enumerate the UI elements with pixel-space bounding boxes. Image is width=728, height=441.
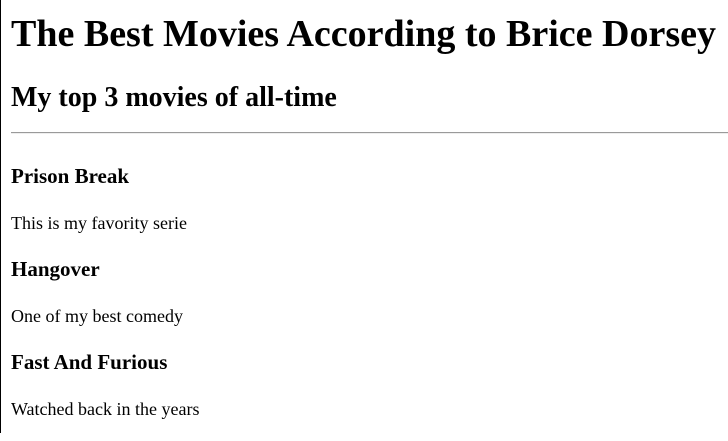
page-title: The Best Movies According to Brice Dorse… (11, 13, 716, 55)
divider (11, 132, 728, 134)
movie-description: This is my favority serie (11, 213, 187, 233)
movie-item: Fast And Furious Watched back in the yea… (11, 348, 728, 441)
movie-title: Prison Break (11, 164, 130, 188)
page-subtitle: My top 3 movies of all-time (11, 82, 337, 113)
movie-item: Hangover One of my best comedy (11, 255, 728, 348)
page-content: The Best Movies According to Brice Dorse… (11, 0, 728, 433)
movie-list: Prison Break This is my favority serie H… (11, 162, 728, 441)
movie-description: One of my best comedy (11, 306, 183, 326)
movie-title: Hangover (11, 257, 100, 281)
movie-description: Watched back in the years (11, 399, 200, 419)
movie-title: Fast And Furious (11, 350, 168, 374)
movie-item: Prison Break This is my favority serie (11, 162, 728, 255)
